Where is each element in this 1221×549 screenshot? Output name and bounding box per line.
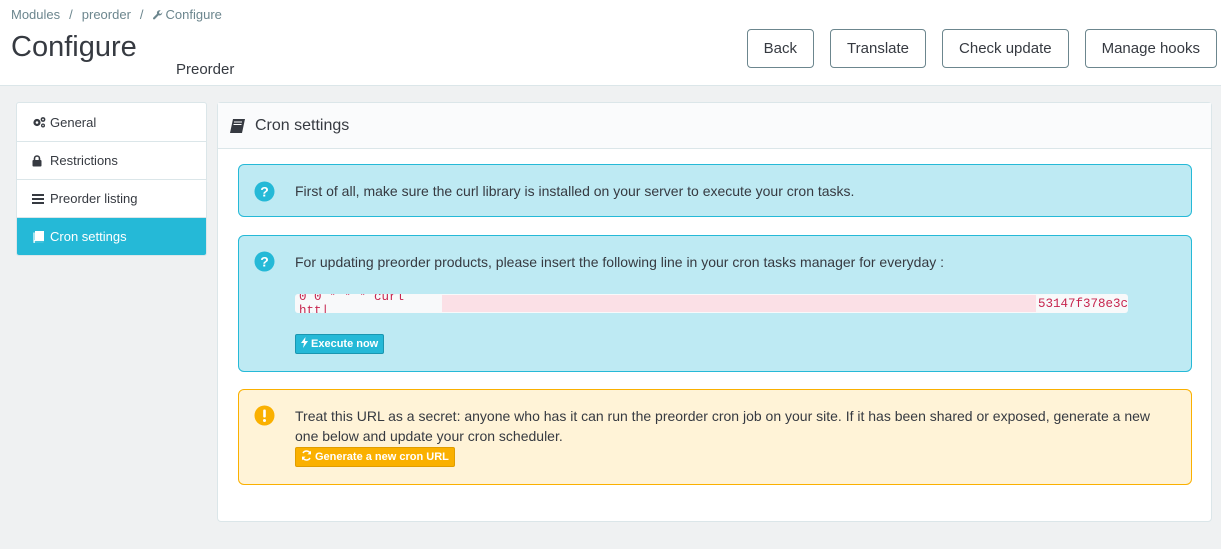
curl-info-text: First of all, make sure the curl library… <box>295 183 855 199</box>
book-icon <box>32 230 48 243</box>
svg-text:?: ? <box>260 184 269 200</box>
cron-command-code[interactable]: 0 0 * * * curl htt| 53147f378e3c <box>295 294 1128 313</box>
sidebar-item-label: Cron settings <box>50 229 127 244</box>
warning-text: Treat this URL as a secret: anyone who h… <box>295 408 1151 444</box>
redacted-url-segment <box>442 295 1036 312</box>
cogs-icon <box>32 116 48 128</box>
sidebar-item-general[interactable]: General <box>17 103 206 141</box>
cron-info-alert: ? For updating preorder products, please… <box>238 235 1192 372</box>
execute-now-label: Execute now <box>311 338 379 350</box>
translate-button[interactable]: Translate <box>830 29 927 68</box>
svg-text:?: ? <box>260 254 269 270</box>
manage-hooks-button[interactable]: Manage hooks <box>1084 29 1217 68</box>
wrench-icon <box>152 9 163 20</box>
cron-command-suffix: 53147f378e3c <box>1037 296 1128 311</box>
breadcrumb-configure: Configure <box>165 7 222 22</box>
page-header: Modules / preorder / Configure Configure… <box>0 0 1221 86</box>
page-subtitle: Preorder <box>176 61 235 78</box>
breadcrumb-modules[interactable]: Modules <box>11 7 60 22</box>
execute-now-button[interactable]: Execute now <box>295 334 385 354</box>
page-title: Configure <box>11 31 137 63</box>
cron-info-text: For updating preorder products, please i… <box>295 254 945 270</box>
sidebar-item-preorder-listing[interactable]: Preorder listing <box>17 179 206 217</box>
exclamation-circle-icon <box>254 405 275 429</box>
sidebar-item-label: Preorder listing <box>50 191 138 206</box>
panel-title: Cron settings <box>255 116 350 134</box>
breadcrumb-separator: / <box>139 7 144 22</box>
breadcrumb: Modules / preorder / Configure <box>11 7 222 22</box>
cron-secret-warning: Treat this URL as a secret: anyone who h… <box>238 389 1192 485</box>
sidebar-item-cron-settings[interactable]: Cron settings <box>17 217 206 255</box>
generate-cron-url-button[interactable]: Generate a new cron URL <box>295 447 455 467</box>
check-update-button[interactable]: Check update <box>942 29 1069 68</box>
list-icon <box>32 193 48 204</box>
breadcrumb-separator: / <box>69 7 73 22</box>
curl-info-alert: ? First of all, make sure the curl libra… <box>238 164 1192 217</box>
lock-icon <box>32 154 48 167</box>
sidebar-item-restrictions[interactable]: Restrictions <box>17 141 206 179</box>
book-icon <box>229 118 246 134</box>
bolt-icon <box>301 337 308 351</box>
config-sidebar: General Restrictions Preorder listing Cr… <box>16 102 207 256</box>
back-button[interactable]: Back <box>746 29 815 68</box>
header-toolbar: Back Translate Check update Manage hooks <box>746 29 1217 68</box>
breadcrumb-preorder[interactable]: preorder <box>82 7 131 22</box>
sidebar-item-label: General <box>50 114 97 130</box>
sidebar-item-label: Restrictions <box>50 153 118 168</box>
cron-settings-panel: Cron settings ? First of all, make sure … <box>217 102 1212 522</box>
generate-cron-url-label: Generate a new cron URL <box>315 451 449 463</box>
refresh-icon <box>301 450 312 464</box>
question-circle-icon: ? <box>254 181 275 205</box>
panel-heading: Cron settings <box>218 103 1211 149</box>
cron-command-prefix: 0 0 * * * curl htt| <box>299 294 405 313</box>
question-circle-icon: ? <box>254 251 275 275</box>
